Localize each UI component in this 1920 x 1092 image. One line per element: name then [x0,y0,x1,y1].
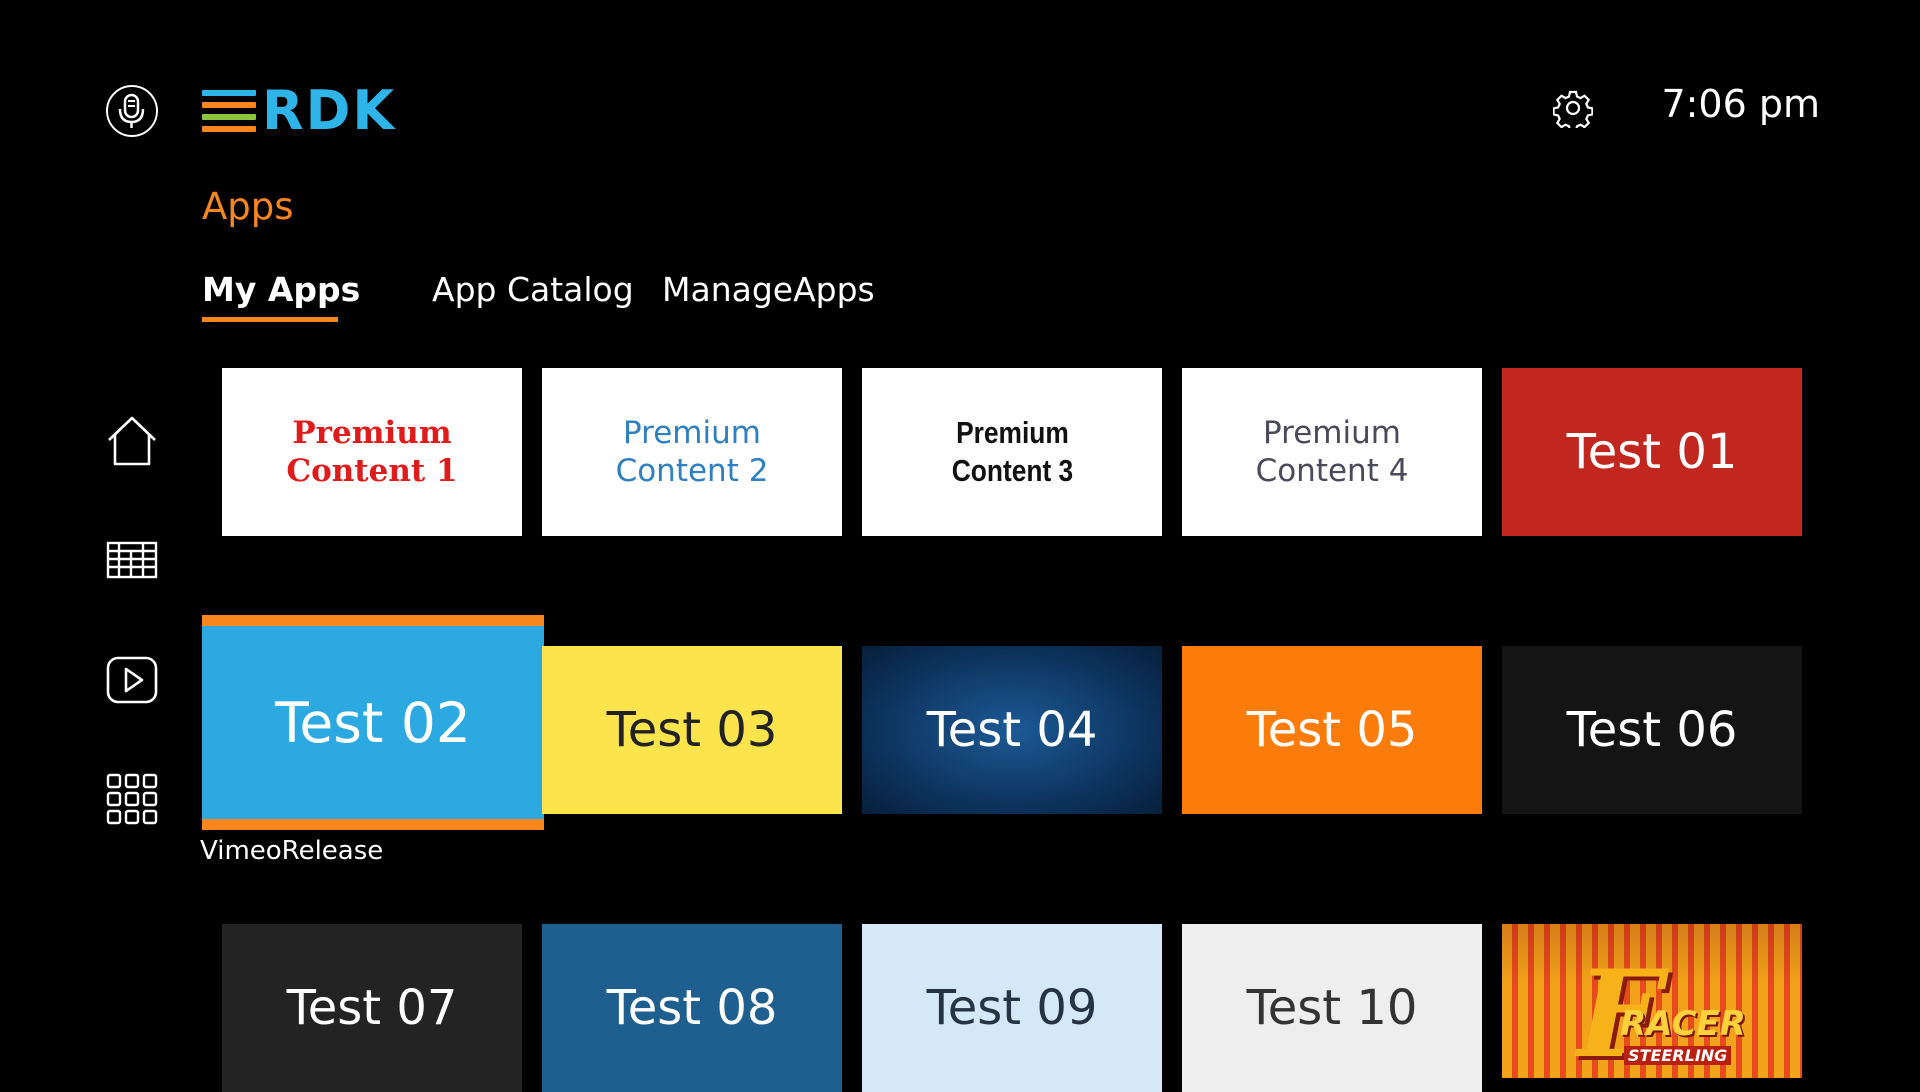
tab-my-apps[interactable]: My Apps [202,270,360,309]
app-tile[interactable]: Premium Content 3 [862,368,1162,536]
voice-search-button[interactable] [106,85,158,137]
tile-label: Premium Content 1 [286,415,458,489]
logo-bar [202,114,256,120]
app-tile[interactable]: Test 07 [222,924,522,1092]
app-tile[interactable]: Premium Content 1 [222,368,522,536]
racer-tagline: STEERLING [1624,1046,1732,1065]
app-tile[interactable]: Premium Content 4 [1182,368,1482,536]
tile-label: Test 09 [926,980,1098,1036]
gear-icon [1552,90,1594,132]
section-title: Apps [202,185,294,228]
app-tile[interactable]: Test 09 [862,924,1162,1092]
tile-label: Test 04 [926,702,1098,758]
tile-label: Test 08 [606,980,778,1036]
home-icon [108,416,156,466]
app-tile[interactable]: Test 03 [542,646,842,814]
tile-label: Test 10 [1246,980,1418,1036]
app-tile[interactable]: Premium Content 2 [542,368,842,536]
app-tile[interactable]: Test 05 [1182,646,1482,814]
tile-label: RACER [1620,1004,1746,1044]
logo-bars [202,90,256,132]
rdk-logo: RDK [202,79,428,142]
sidebar-item-home[interactable] [105,414,159,468]
sidebar-item-media[interactable] [105,653,159,707]
app-tile[interactable]: Test 08 [542,924,842,1092]
tile-label: Test 01 [1566,424,1738,480]
sidebar-item-apps[interactable] [105,772,159,826]
tab-manage-apps[interactable]: ManageApps [662,270,875,309]
tile-label: Premium Content 2 [615,415,769,489]
guide-grid-icon [106,541,158,579]
logo-bar [202,126,256,132]
clock: 7:06 pm [1661,82,1820,126]
tile-label: Test 02 [275,690,471,755]
settings-button[interactable] [1552,88,1594,132]
apps-grid-icon [106,773,158,825]
microphone-icon [118,93,145,128]
tile-label: Test 06 [1566,702,1738,758]
logo-bar [202,102,256,108]
tile-label: Test 05 [1246,702,1418,758]
logo-text: RDK [262,79,397,142]
app-tile-focused[interactable]: Test 02 [202,626,544,819]
focused-app-caption: VimeoRelease [200,836,384,866]
tile-label: Premium Content 3 [951,415,1073,488]
app-tile[interactable]: Test 01 [1502,368,1802,536]
play-icon [106,656,158,704]
app-tile[interactable]: Test 10 [1182,924,1482,1092]
tile-label: Test 03 [606,702,778,758]
app-tile[interactable]: Test 04 [862,646,1162,814]
tile-label: Test 07 [286,980,458,1036]
logo-bar [202,90,256,96]
app-tile-racer[interactable]: F RACER STEERLING [1502,924,1802,1078]
selected-tab-underline [202,317,338,322]
tile-label: Premium Content 4 [1255,415,1409,489]
sidebar-item-guide[interactable] [105,533,159,587]
tab-app-catalog[interactable]: App Catalog [432,270,634,309]
app-tile[interactable]: Test 06 [1502,646,1802,814]
